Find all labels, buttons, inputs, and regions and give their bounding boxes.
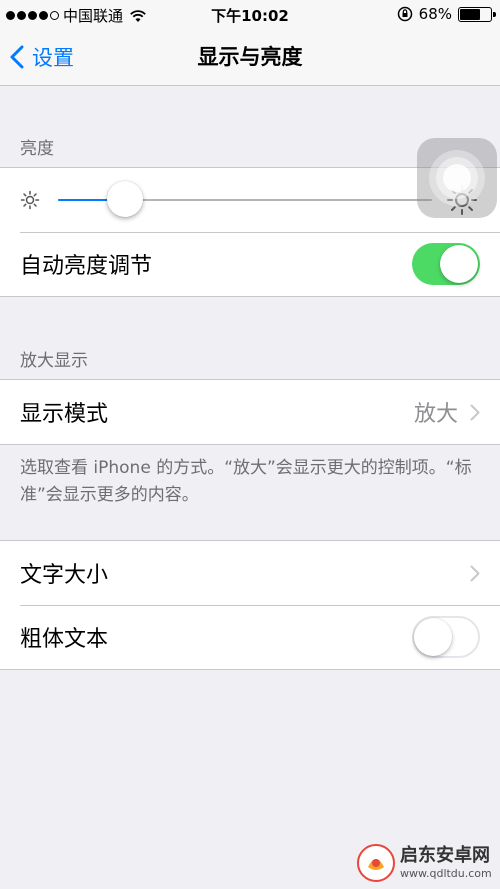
watermark-logo-icon (357, 844, 395, 882)
battery-percent: 68% (418, 5, 452, 23)
zoom-group: 显示模式 放大 (0, 379, 500, 445)
bold-text-control (412, 605, 480, 669)
auto-brightness-control (412, 232, 480, 296)
brightness-section-header: 亮度 (20, 139, 54, 159)
watermark-title: 启东安卓网 (400, 845, 490, 866)
status-right: 68% (397, 5, 496, 23)
watermark-url: www.qdltdu.com (400, 867, 492, 880)
battery-icon (458, 6, 496, 22)
brightness-slider-track[interactable] (58, 181, 432, 217)
text-group: 文字大小 粗体文本 (0, 540, 500, 670)
bold-text-row: 粗体文本 (0, 605, 500, 669)
auto-brightness-toggle[interactable] (412, 243, 480, 285)
text-size-label: 文字大小 (20, 563, 109, 588)
sun-small-icon (20, 190, 40, 210)
auto-brightness-label: 自动亮度调节 (20, 254, 153, 279)
auto-brightness-row: 自动亮度调节 (0, 232, 500, 296)
text-size-row[interactable]: 文字大小 (0, 541, 500, 605)
zoom-footer-note: 选取查看 iPhone 的方式。“放大”会显示更大的控制项。“标准”会显示更多的… (20, 458, 472, 505)
navigation-bar: 设置 显示与亮度 (0, 28, 500, 86)
toggle-knob (440, 245, 478, 283)
battery-level (460, 8, 480, 20)
display-mode-row[interactable]: 显示模式 放大 (0, 380, 500, 444)
zoom-section-header: 放大显示 (20, 351, 88, 371)
display-mode-value: 放大 (413, 402, 458, 427)
assistive-touch-button[interactable] (417, 138, 497, 218)
watermark: 启东安卓网 www.qdltdu.com (356, 839, 496, 887)
status-bar: 中国联通 下午10:02 68% (0, 0, 500, 28)
bold-text-toggle[interactable] (412, 616, 480, 658)
bold-text-label: 粗体文本 (20, 627, 109, 652)
rotation-lock-icon (397, 6, 412, 22)
text-size-chevron-group (470, 541, 480, 605)
toggle-knob (414, 618, 452, 656)
chevron-right-icon (470, 565, 480, 581)
display-mode-label: 显示模式 (20, 402, 109, 427)
page-title: 显示与亮度 (197, 45, 303, 69)
brightness-slider-thumb[interactable] (107, 181, 144, 217)
chevron-right-icon (470, 404, 480, 420)
display-mode-value-group: 放大 (414, 380, 480, 444)
